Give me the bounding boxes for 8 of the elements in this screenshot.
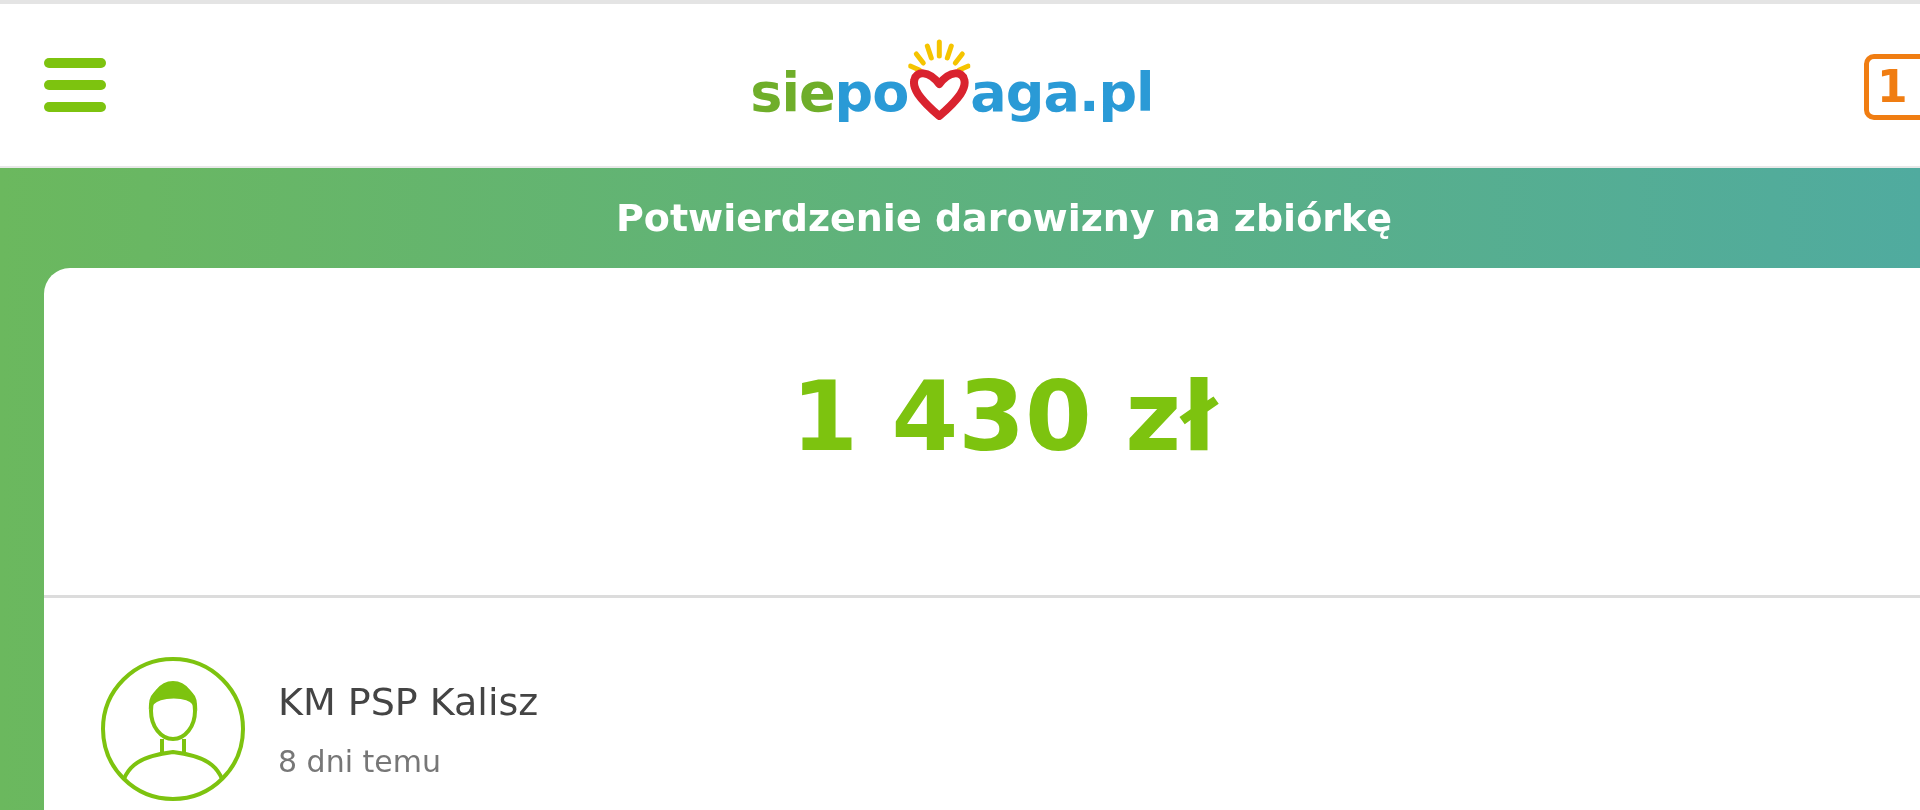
- heart-sun-icon: [908, 38, 971, 120]
- donation-amount: 1 430 zł: [44, 268, 1920, 598]
- one-percent-badge[interactable]: 1: [1864, 54, 1920, 120]
- page-title: Potwierdzenie darowizny na zbiórkę: [614, 195, 1394, 242]
- site-logo[interactable]: siepo aga.pl: [750, 38, 1154, 120]
- donation-time: 8 dni temu: [278, 743, 442, 779]
- donor-name: KM PSP Kalisz: [278, 679, 539, 724]
- menu-button[interactable]: [44, 58, 106, 112]
